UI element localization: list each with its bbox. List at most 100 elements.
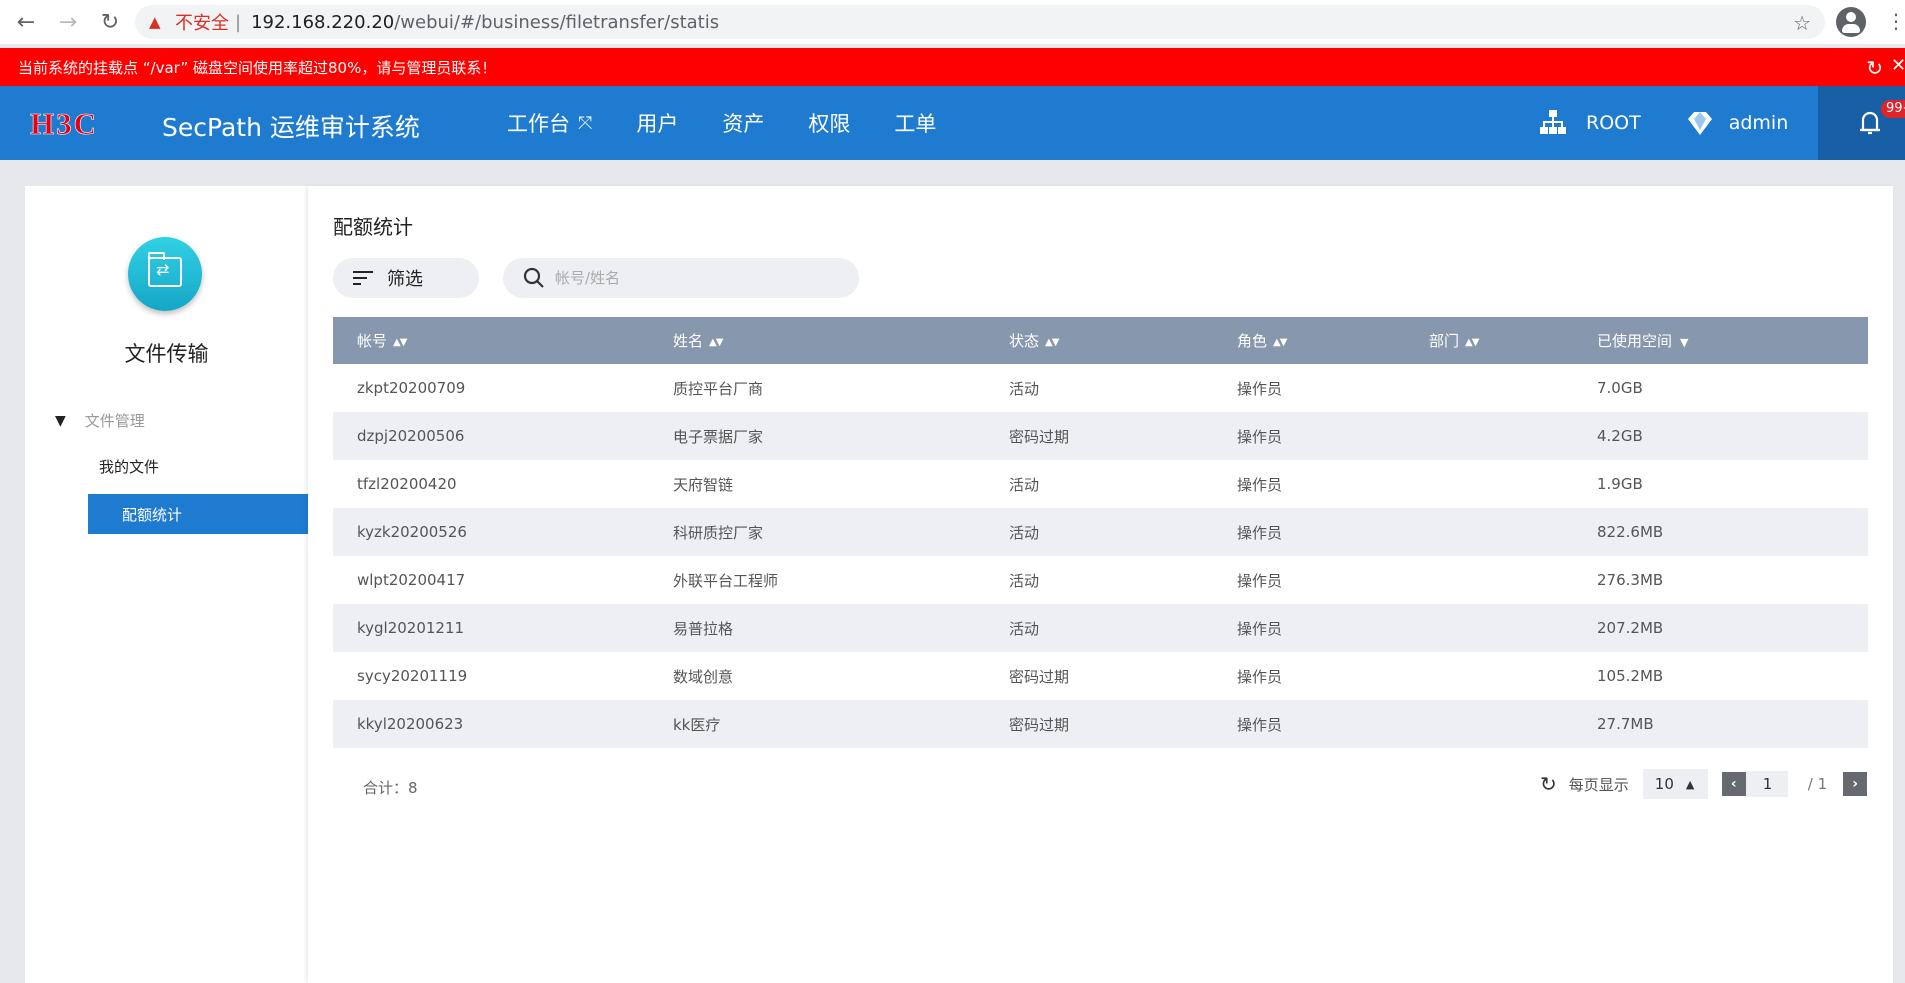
cell-status: 活动 [1009, 571, 1040, 590]
alert-close-icon[interactable]: ✕ [1891, 55, 1905, 76]
bookmark-star-icon[interactable]: ☆ [1793, 11, 1811, 35]
sort-desc-icon[interactable]: ▼ [1680, 336, 1688, 349]
cell-used-space: 7.0GB [1597, 379, 1643, 397]
sort-icon[interactable]: ▲▼ [393, 337, 407, 348]
col-used-space-label: 已使用空间 [1597, 332, 1673, 350]
cell-role: 操作员 [1237, 571, 1283, 590]
filter-label: 筛选 [387, 269, 423, 290]
bell-icon [1860, 111, 1880, 135]
cell-account: kygl20201211 [333, 604, 649, 652]
cell-department [1405, 364, 1573, 412]
url-host: 192.168.220.20 [251, 11, 395, 33]
file-transfer-icon: ⇄ [128, 237, 202, 311]
nav-users[interactable]: 用户 [636, 108, 678, 138]
user-diamond-icon[interactable] [1685, 108, 1715, 138]
nav-tickets[interactable]: 工单 [894, 108, 936, 138]
cell-department [1405, 556, 1573, 604]
cell-used-space: 207.2MB [1573, 604, 1868, 652]
cell-name: kk医疗 [649, 700, 985, 748]
notifications[interactable]: 99+ [1818, 86, 1905, 160]
org-label[interactable]: ROOT [1586, 112, 1641, 134]
col-role[interactable]: 角色 ▲▼ [1213, 317, 1405, 364]
sort-icon[interactable]: ▲▼ [709, 337, 723, 348]
total-pages: / 1 [1807, 775, 1828, 793]
table-row[interactable]: wlpt20200417 外联平台工程师 活动 操作员 276.3MB [333, 556, 1868, 604]
cell-account: wlpt20200417 [357, 571, 466, 589]
prev-page-button[interactable]: ‹ [1721, 772, 1746, 796]
nav-workbench[interactable]: 工作台 ⤧ [507, 108, 592, 138]
app-title: SecPath 运维审计系统 [162, 113, 420, 142]
forward-button[interactable]: → [52, 6, 84, 38]
per-page-label: 每页显示 [1568, 775, 1629, 794]
search-box[interactable] [503, 258, 859, 298]
col-name[interactable]: 姓名 ▲▼ [649, 317, 985, 364]
module-title: 文件传输 [124, 342, 209, 366]
nav-assets[interactable]: 资产 [722, 108, 764, 138]
cell-account: sycy20201119 [357, 667, 468, 685]
url-separator: | [235, 11, 242, 33]
col-used-space[interactable]: 已使用空间 ▼ [1573, 317, 1868, 364]
tree-group-file-management[interactable]: ▼ 文件管理 [55, 410, 145, 431]
cell-status: 活动 [1009, 475, 1040, 494]
refresh-icon[interactable]: ↻ [1540, 772, 1557, 796]
url-path: /webui/#/business/filetransfer/statis [394, 11, 720, 33]
org-tree-icon[interactable] [1540, 110, 1566, 136]
collapse-triangle-icon[interactable]: ▼ [55, 413, 66, 429]
cell-used-space: 4.2GB [1573, 412, 1868, 460]
security-label[interactable]: 不安全 [175, 9, 229, 35]
table-row[interactable]: kygl20201211 易普拉格 活动 操作员 207.2MB [333, 604, 1868, 652]
cell-account: dzpj20200506 [333, 412, 649, 460]
notification-badge: 99+ [1881, 100, 1905, 118]
address-bar[interactable]: ▲ 不安全 | 192.168.220.20/webui/#/business/… [135, 5, 1825, 39]
cell-status: 密码过期 [985, 700, 1213, 748]
profile-avatar-icon[interactable] [1836, 7, 1866, 37]
sidebar-item-my-files[interactable]: 我的文件 [99, 456, 159, 477]
page-number-input[interactable]: 1 [1745, 771, 1788, 797]
sidebar: ⇄ 文件传输 ▼ 文件管理 我的文件 配额统计 [25, 186, 308, 983]
user-label[interactable]: admin [1729, 112, 1789, 134]
h3c-logo[interactable]: H3C [30, 108, 132, 138]
table-row[interactable]: dzpj20200506 电子票据厂家 密码过期 操作员 4.2GB [333, 412, 1868, 460]
cell-name: 天府智链 [673, 475, 734, 494]
table-header-row: 帐号 ▲▼ 姓名 ▲▼ 状态 ▲▼ 角色 ▲▼ 部门 ▲▼ 已使用空间 ▼ [333, 317, 1868, 364]
table-row[interactable]: kkyl20200623 kk医疗 密码过期 操作员 27.7MB [333, 700, 1868, 748]
filter-button[interactable]: 筛选 [333, 258, 479, 298]
back-button[interactable]: ← [10, 6, 42, 38]
tree-group-label: 文件管理 [84, 412, 145, 430]
main-content: 配额统计 筛选 帐号 ▲▼ 姓名 ▲▼ 状态 ▲▼ 角色 ▲▼ 部门 ▲▼ 已使用空间 ▼ [308, 186, 1893, 983]
alert-refresh-icon[interactable]: ↻ [1866, 56, 1883, 80]
next-page-button[interactable]: › [1843, 772, 1868, 796]
per-page-select[interactable]: 10 ▲ [1642, 769, 1708, 799]
col-status[interactable]: 状态 ▲▼ [985, 317, 1213, 364]
browser-menu-icon[interactable]: ⋮ [1886, 8, 1905, 34]
table-row[interactable]: zkpt20200709 质控平台厂商 活动 操作员 7.0GB [333, 364, 1868, 412]
table-row[interactable]: kyzk20200526 科研质控厂家 活动 操作员 822.6MB [333, 508, 1868, 556]
cell-department [1405, 460, 1573, 508]
nav-permissions[interactable]: 权限 [808, 108, 850, 138]
cell-role: 操作员 [1213, 700, 1405, 748]
reload-button[interactable]: ↻ [94, 6, 126, 38]
cell-role: 操作员 [1213, 412, 1405, 460]
cell-status: 活动 [1009, 379, 1040, 398]
cell-role: 操作员 [1237, 379, 1283, 398]
cell-role: 操作员 [1237, 475, 1283, 494]
cell-account: kyzk20200526 [333, 508, 649, 556]
table-row[interactable]: tfzl20200420 天府智链 活动 操作员 1.9GB [333, 460, 1868, 508]
quota-table: 帐号 ▲▼ 姓名 ▲▼ 状态 ▲▼ 角色 ▲▼ 部门 ▲▼ 已使用空间 ▼ zkpt2020… [333, 317, 1868, 748]
app-header: H3C SecPath 运维审计系统 工作台 ⤧ 用户 资产 权限 工单 ROOT… [0, 86, 1905, 160]
cell-name: 数域创意 [673, 667, 734, 686]
col-department[interactable]: 部门 ▲▼ [1405, 317, 1573, 364]
search-input[interactable] [555, 269, 835, 287]
cell-status: 活动 [985, 604, 1213, 652]
sort-icon[interactable]: ▲▼ [1465, 337, 1479, 348]
pagination: ↻ 每页显示 10 ▲ ‹ 1 / 1 › [1540, 769, 1868, 799]
url-text[interactable]: 192.168.220.20/webui/#/business/filetran… [251, 12, 719, 33]
col-account[interactable]: 帐号 ▲▼ [333, 317, 649, 364]
sidebar-item-quota-stats[interactable]: 配额统计 [88, 494, 308, 534]
cell-department [1405, 652, 1573, 700]
cell-name: 电子票据厂家 [649, 412, 985, 460]
table-row[interactable]: sycy20201119 数域创意 密码过期 操作员 105.2MB [333, 652, 1868, 700]
sort-icon[interactable]: ▲▼ [1045, 337, 1059, 348]
total-count: 合计：8 [363, 779, 418, 797]
sort-icon[interactable]: ▲▼ [1273, 337, 1287, 348]
